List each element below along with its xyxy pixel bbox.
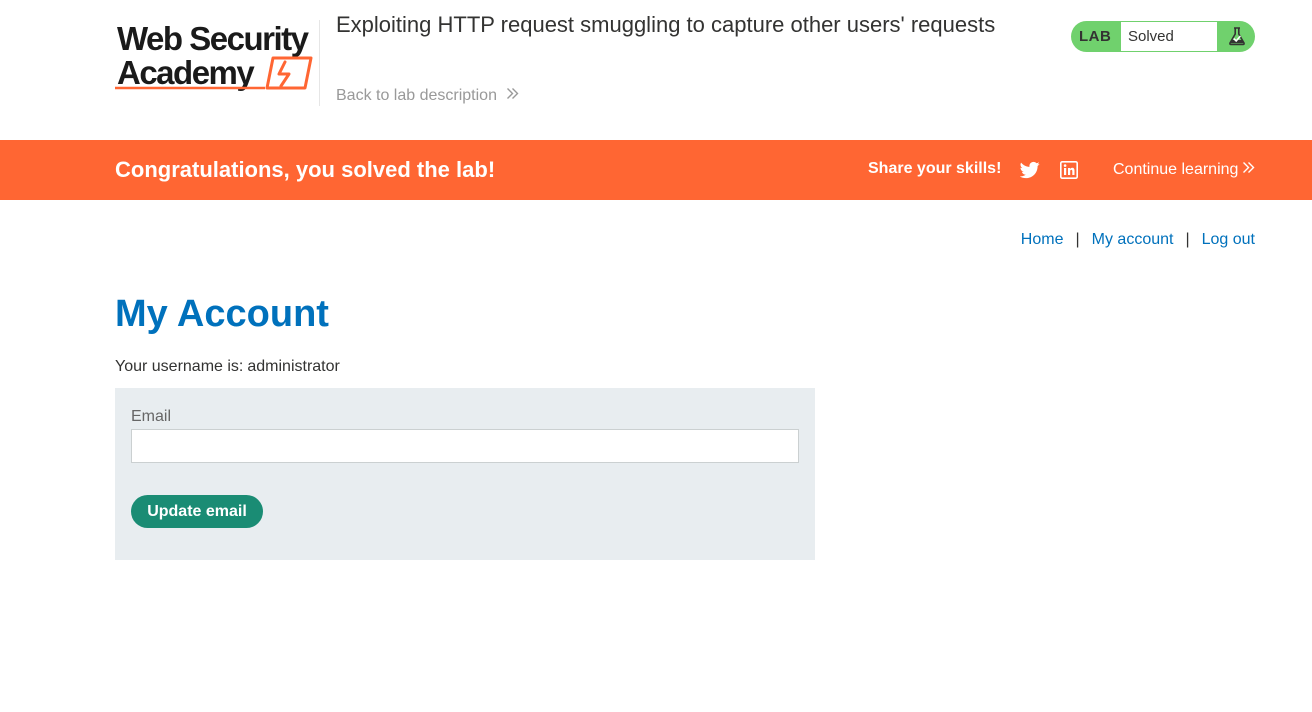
email-label: Email	[131, 408, 172, 425]
update-email-button[interactable]: Update email	[131, 495, 263, 528]
flask-solved-icon	[1227, 26, 1247, 46]
twitter-icon[interactable]	[1019, 160, 1040, 180]
web-security-academy-logo[interactable]: Web Security Academy	[115, 18, 317, 92]
notification-banner: Congratulations, you solved the lab! Sha…	[0, 140, 1312, 200]
lab-title: Exploiting HTTP request smuggling to cap…	[336, 12, 996, 37]
share-skills-label: Share your skills!	[868, 160, 1002, 177]
logo-text-line1: Web Security	[117, 20, 310, 57]
update-email-form: Email Update email	[115, 388, 815, 560]
double-chevron-right-icon	[506, 86, 519, 106]
nav-home-link[interactable]: Home	[1021, 230, 1064, 250]
top-navigation: Home | My account | Log out	[1021, 230, 1255, 250]
logo-text-line2: Academy	[117, 54, 255, 91]
nav-log-out-link[interactable]: Log out	[1202, 230, 1255, 250]
lab-status-widget: LAB Solved	[1071, 21, 1255, 52]
page-title: My Account	[115, 293, 329, 335]
double-chevron-right-icon	[1242, 161, 1255, 179]
lab-status-value: Solved	[1120, 21, 1218, 52]
username-line: Your username is: administrator	[115, 357, 340, 377]
nav-separator: |	[1075, 231, 1080, 248]
back-to-lab-description-link[interactable]: Back to lab description	[336, 86, 519, 106]
linkedin-icon[interactable]	[1060, 161, 1078, 179]
page-header: Web Security Academy Exploiting HTTP req…	[0, 0, 1312, 140]
username-value: administrator	[247, 358, 340, 375]
lab-label: LAB	[1079, 28, 1112, 45]
username-prefix: Your username is:	[115, 358, 244, 375]
nav-separator: |	[1185, 231, 1190, 248]
logo-divider	[319, 20, 320, 106]
congratulations-message: Congratulations, you solved the lab!	[115, 157, 496, 182]
back-link-label: Back to lab description	[336, 87, 497, 104]
nav-my-account-link[interactable]: My account	[1092, 230, 1174, 250]
continue-learning-link[interactable]: Continue learning	[1113, 161, 1255, 179]
continue-learning-label: Continue learning	[1113, 161, 1239, 178]
email-input[interactable]	[131, 429, 799, 463]
